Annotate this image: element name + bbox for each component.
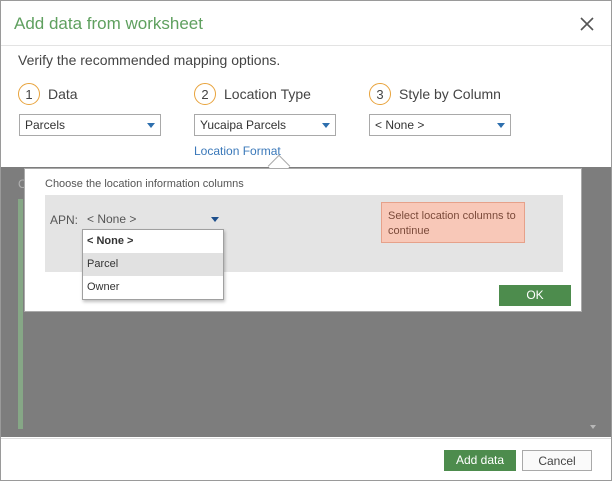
location-type-select-value: Yucaipa Parcels [200,118,287,132]
location-type-select[interactable]: Yucaipa Parcels [194,114,336,136]
close-icon [580,17,594,31]
background-strip [18,199,23,429]
footer-divider [1,438,611,439]
step-label: Style by Column [399,86,501,102]
step-location-type: 2 Location Type [194,81,311,107]
dialog-title: Add data from worksheet [14,14,203,33]
step-number-circle: 2 [194,83,216,105]
apn-dropdown-list: < None > Parcel Owner [82,229,224,300]
dropdown-option-owner[interactable]: Owner [83,276,223,299]
warning-message: Select location columns to continue [381,202,525,243]
chevron-down-icon [497,123,505,128]
style-by-column-select-value: < None > [375,118,425,132]
step-number-circle: 3 [369,83,391,105]
step-number-circle: 1 [18,83,40,105]
title-divider [1,45,611,46]
cancel-button[interactable]: Cancel [522,450,592,471]
chevron-down-icon [147,123,155,128]
chevron-down-icon [322,123,330,128]
ok-button[interactable]: OK [499,285,571,306]
scroll-down-icon[interactable] [590,425,596,429]
apn-label: APN: [50,213,79,227]
dropdown-option-parcel[interactable]: Parcel [83,253,223,276]
step-data: 1 Data [18,81,78,107]
step-label: Data [48,86,78,102]
step-label: Location Type [224,86,311,102]
apn-select-value: < None > [87,212,137,226]
add-data-dialog: Add data from worksheet Verify the recom… [0,0,612,481]
add-data-button[interactable]: Add data [444,450,516,471]
data-select-value: Parcels [25,118,66,132]
location-format-link[interactable]: Location Format [194,144,281,158]
instruction-text: Verify the recommended mapping options. [18,52,281,68]
chevron-down-icon [211,217,219,222]
data-select[interactable]: Parcels [19,114,161,136]
close-button[interactable] [576,13,598,35]
step-style-by-column: 3 Style by Column [369,81,501,107]
apn-select[interactable]: < None > [82,209,223,229]
dropdown-option-none[interactable]: < None > [83,230,223,253]
style-by-column-select[interactable]: < None > [369,114,511,136]
popup-title: Choose the location information columns [45,178,244,190]
